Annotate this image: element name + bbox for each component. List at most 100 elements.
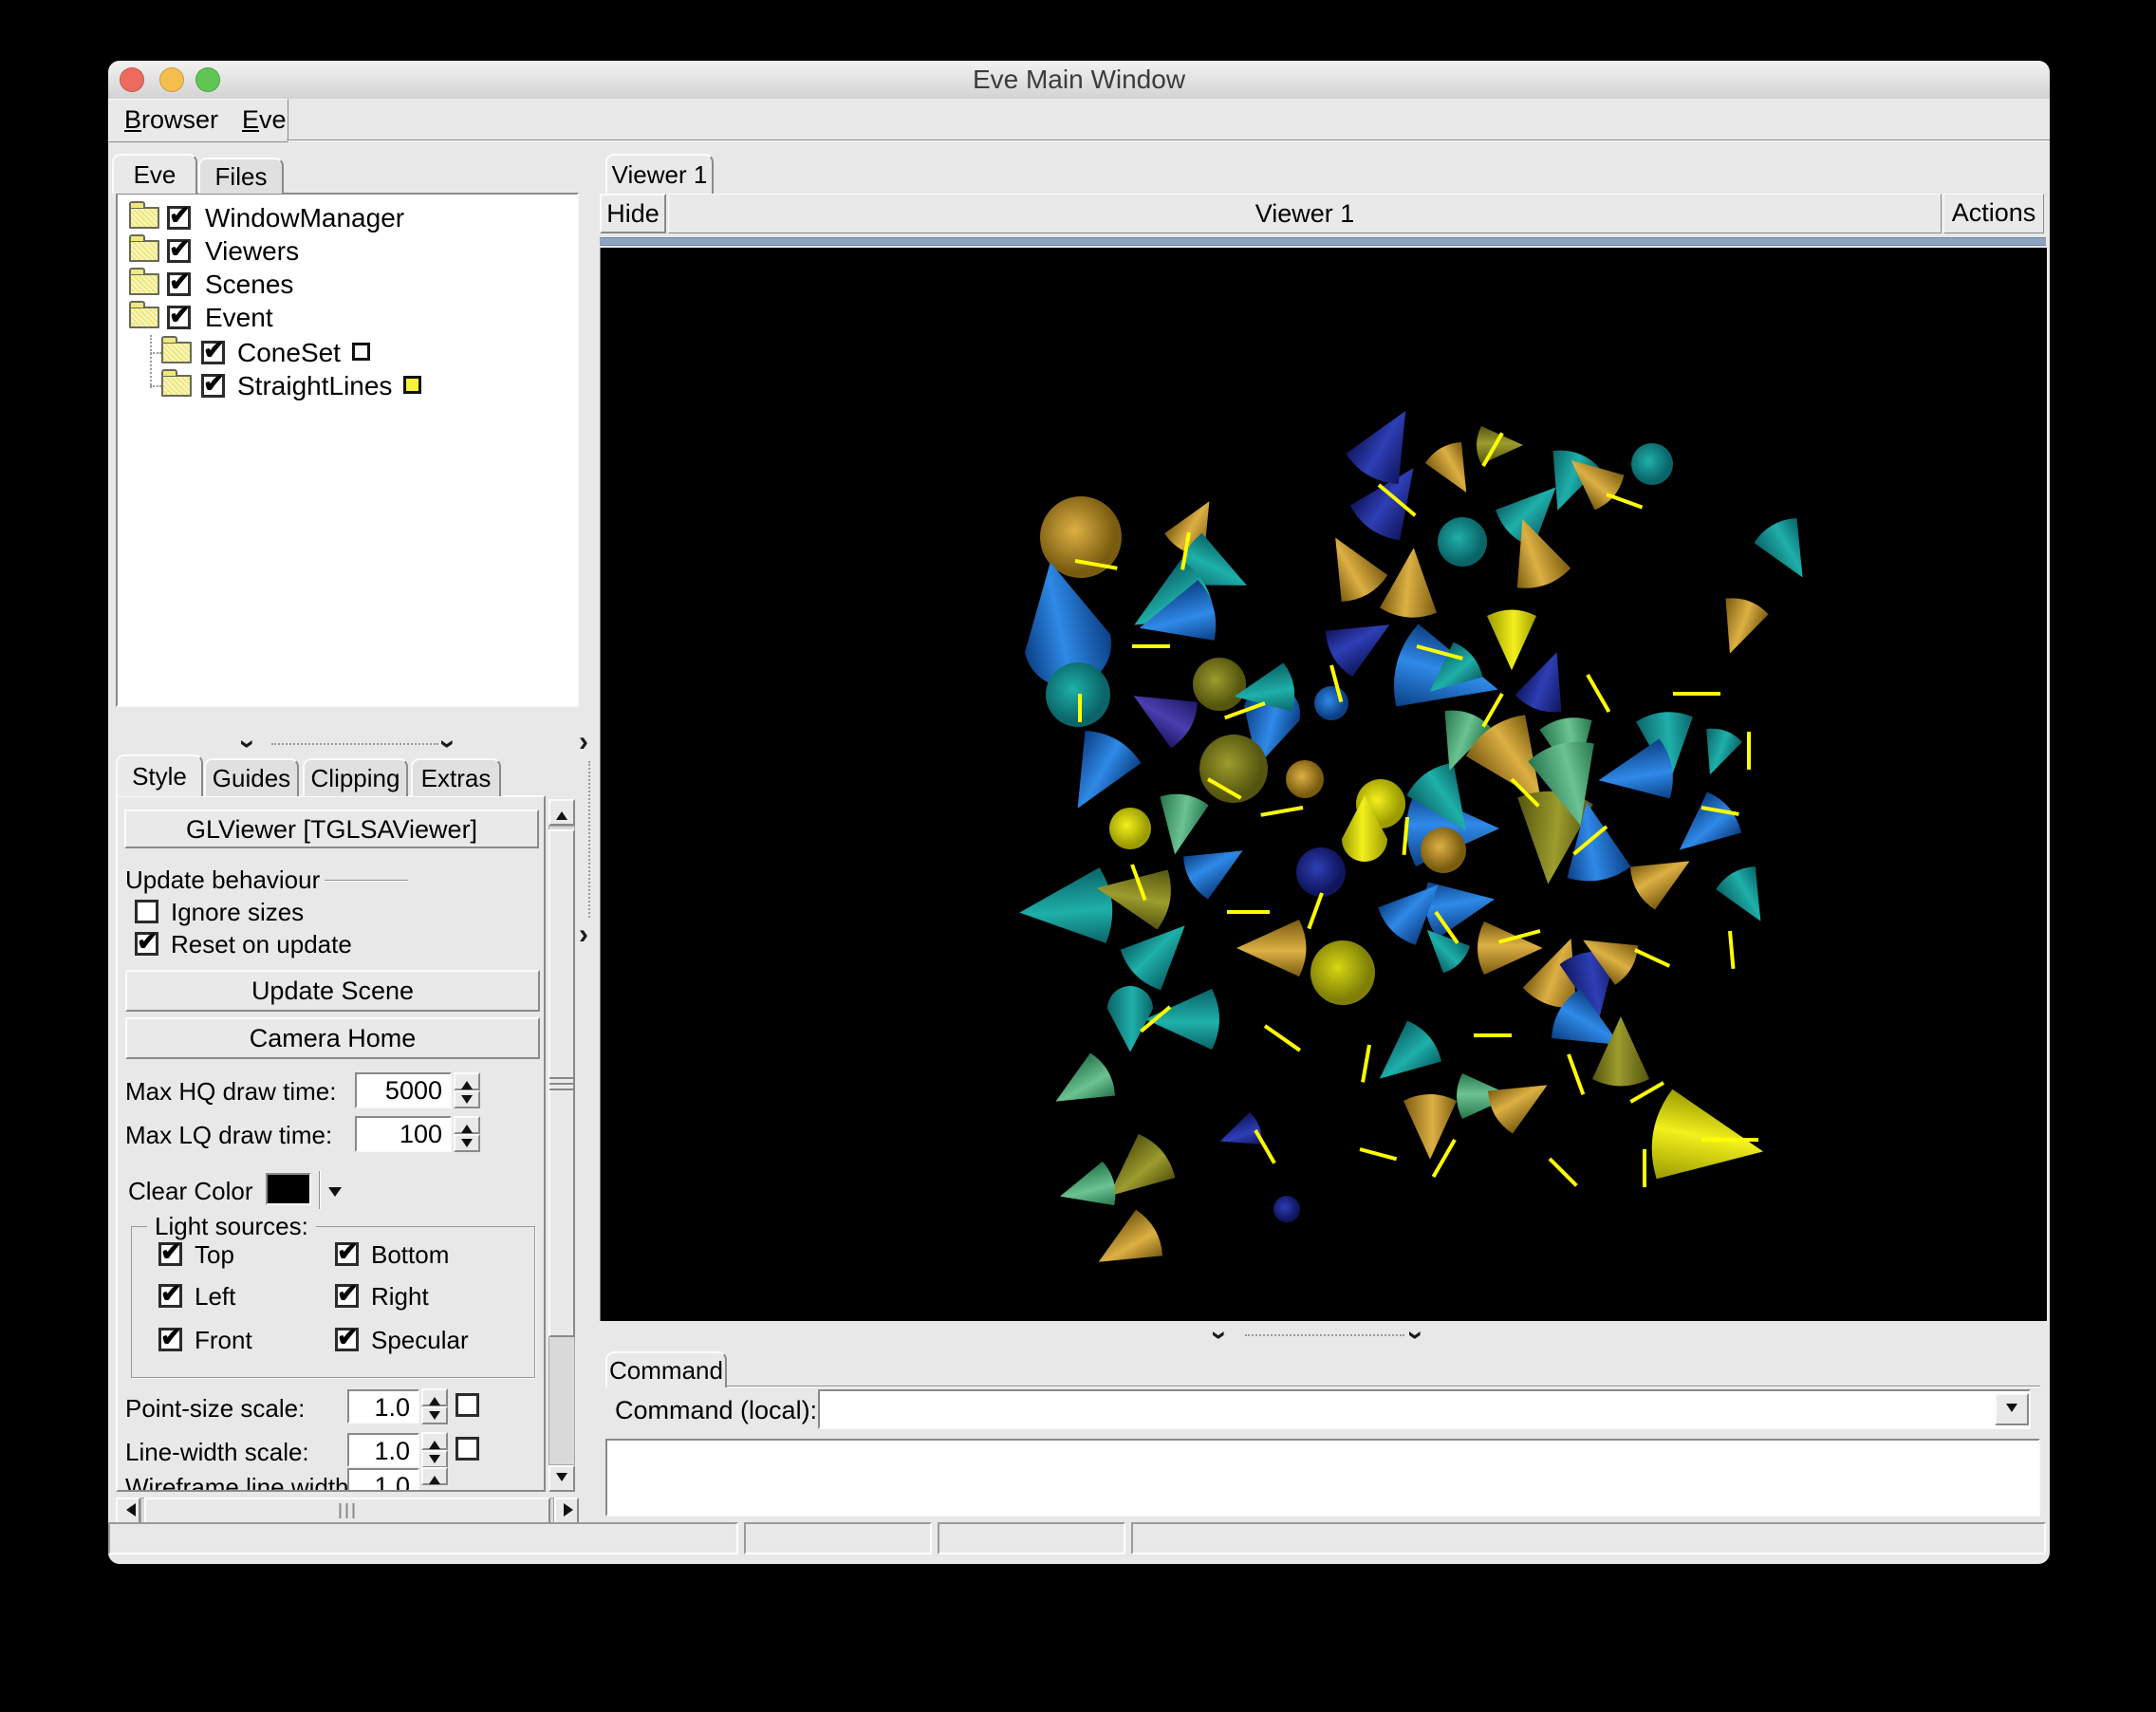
light-sources-group: Light sources: Top Bottom Left Right Fro…: [131, 1226, 535, 1378]
render-state-box[interactable]: [403, 376, 421, 394]
point-size-override-checkbox[interactable]: [455, 1393, 479, 1417]
reset-on-update-checkbox[interactable]: [135, 932, 158, 956]
spin-up-button[interactable]: [421, 1388, 448, 1406]
editor-vscrollbar[interactable]: [548, 799, 575, 1492]
light-specular-checkbox[interactable]: [335, 1328, 359, 1351]
actions-button[interactable]: Actions: [1943, 194, 2044, 233]
max-hq-stepper[interactable]: [454, 1072, 480, 1108]
scroll-thumb[interactable]: [548, 829, 575, 1337]
tab-files[interactable]: Files: [198, 158, 284, 194]
scroll-left-button[interactable]: [116, 1498, 140, 1524]
collapse-down-icon[interactable]: ›: [1402, 1331, 1430, 1340]
panel-vsplitter[interactable]: › ›: [581, 144, 598, 1520]
menu-eve[interactable]: Eve: [242, 100, 287, 140]
close-window-button[interactable]: [120, 67, 144, 92]
spin-down-button[interactable]: [421, 1450, 448, 1468]
light-right-checkbox[interactable]: [335, 1284, 359, 1308]
tree-checkbox[interactable]: [167, 306, 191, 329]
zoom-window-button[interactable]: [195, 67, 220, 92]
tab-eve[interactable]: Eve: [112, 154, 197, 194]
spin-up-button[interactable]: [421, 1467, 448, 1485]
cone-glyph: [1312, 525, 1391, 607]
ignore-sizes-checkbox[interactable]: [135, 900, 158, 923]
cone-glyph: [1342, 396, 1432, 491]
max-hq-field[interactable]: 5000: [355, 1072, 452, 1108]
cone-glyph: [1310, 940, 1375, 1005]
wireframe-line-width-field[interactable]: 1.0: [347, 1468, 419, 1492]
clear-color-swatch[interactable]: [266, 1173, 311, 1205]
spin-up-button[interactable]: [421, 1432, 448, 1450]
cone-glyph: [1193, 658, 1246, 711]
minimize-window-button[interactable]: [159, 67, 184, 92]
light-top-checkbox[interactable]: [158, 1242, 182, 1266]
tab-guides[interactable]: Guides: [204, 758, 299, 796]
scroll-thumb[interactable]: [144, 1498, 550, 1524]
menu-browser[interactable]: Browser: [124, 100, 218, 140]
hide-button[interactable]: Hide: [600, 194, 666, 233]
tree-editor-splitter[interactable]: › ›: [116, 734, 579, 754]
tree-checkbox[interactable]: [167, 239, 191, 263]
collapse-down-icon[interactable]: ›: [434, 739, 462, 749]
light-left-checkbox[interactable]: [158, 1284, 182, 1308]
update-scene-button[interactable]: Update Scene: [125, 970, 540, 1012]
tree-item-straightlines[interactable]: StraightLines: [118, 370, 577, 402]
tree-checkbox[interactable]: [201, 374, 225, 398]
cone-glyph: [1121, 673, 1203, 752]
command-dropdown-button[interactable]: [1995, 1393, 2029, 1425]
tab-extras[interactable]: Extras: [411, 758, 501, 796]
tab-style[interactable]: Style: [116, 754, 203, 796]
viewer-command-splitter[interactable]: › ›: [600, 1327, 2046, 1346]
max-lq-stepper[interactable]: [454, 1116, 480, 1152]
wireframe-stepper[interactable]: [421, 1467, 448, 1492]
straight-line-glyph: [1569, 1054, 1583, 1094]
camera-home-button[interactable]: Camera Home: [125, 1017, 540, 1059]
tree-item-windowmanager[interactable]: WindowManager: [118, 202, 577, 234]
tree-checkbox[interactable]: [201, 341, 225, 364]
command-output-area[interactable]: [605, 1439, 2040, 1517]
straight-line-glyph: [1630, 1083, 1663, 1102]
scroll-up-button[interactable]: [548, 799, 575, 826]
tree-checkbox[interactable]: [167, 272, 191, 296]
line-width-field[interactable]: 1.0: [347, 1433, 419, 1467]
tree-item-scenes[interactable]: Scenes: [118, 269, 577, 301]
cone-glyph: [1043, 1050, 1120, 1123]
render-state-box[interactable]: [352, 343, 370, 361]
viewer-title-bar[interactable]: Viewer 1: [668, 194, 1942, 233]
clear-color-dropdown-icon[interactable]: [328, 1184, 342, 1203]
spin-up-button[interactable]: [454, 1116, 480, 1134]
gl-viewport[interactable]: [600, 248, 2047, 1321]
tab-command[interactable]: Command: [605, 1351, 727, 1387]
scroll-right-button[interactable]: [554, 1498, 579, 1524]
command-input[interactable]: [818, 1389, 2031, 1429]
point-size-field[interactable]: 1.0: [347, 1389, 419, 1424]
glviewer-button[interactable]: GLViewer [TGLSAViewer]: [124, 809, 539, 848]
tree-item-viewers[interactable]: Viewers: [118, 235, 577, 268]
collapse-up-icon[interactable]: ›: [1205, 1331, 1234, 1340]
collapse-right-icon[interactable]: ›: [579, 728, 588, 756]
light-front-checkbox[interactable]: [158, 1328, 182, 1351]
cone-glyph: [1477, 426, 1523, 464]
tree-item-event[interactable]: Event: [118, 302, 577, 334]
scroll-down-button[interactable]: [548, 1465, 575, 1492]
spin-down-button[interactable]: [454, 1090, 480, 1108]
collapse-right-icon[interactable]: ›: [579, 921, 588, 949]
spin-down-button[interactable]: [421, 1406, 448, 1424]
max-lq-field[interactable]: 100: [355, 1116, 452, 1152]
tab-clipping[interactable]: Clipping: [303, 758, 408, 796]
main-window: Eve Main Window Browser Eve Eve Files Wi…: [108, 61, 2050, 1564]
light-bottom-checkbox[interactable]: [335, 1242, 359, 1266]
tree-item-coneset[interactable]: ConeSet: [118, 337, 577, 369]
point-size-stepper[interactable]: [421, 1388, 448, 1424]
tree-checkbox[interactable]: [167, 206, 191, 230]
line-width-override-checkbox[interactable]: [455, 1437, 479, 1461]
editor-hscrollbar[interactable]: [116, 1498, 579, 1524]
spin-up-button[interactable]: [454, 1072, 480, 1090]
tab-viewer-1[interactable]: Viewer 1: [605, 154, 714, 194]
spin-down-button[interactable]: [454, 1134, 480, 1152]
collapse-up-icon[interactable]: ›: [233, 739, 262, 749]
window-title: Eve Main Window: [108, 61, 2050, 99]
style-editor-panel: GLViewer [TGLSAViewer] Update behaviour …: [116, 795, 546, 1492]
straight-line-glyph: [1607, 494, 1643, 508]
title-bar[interactable]: Eve Main Window: [108, 61, 2050, 100]
line-width-stepper[interactable]: [421, 1432, 448, 1468]
